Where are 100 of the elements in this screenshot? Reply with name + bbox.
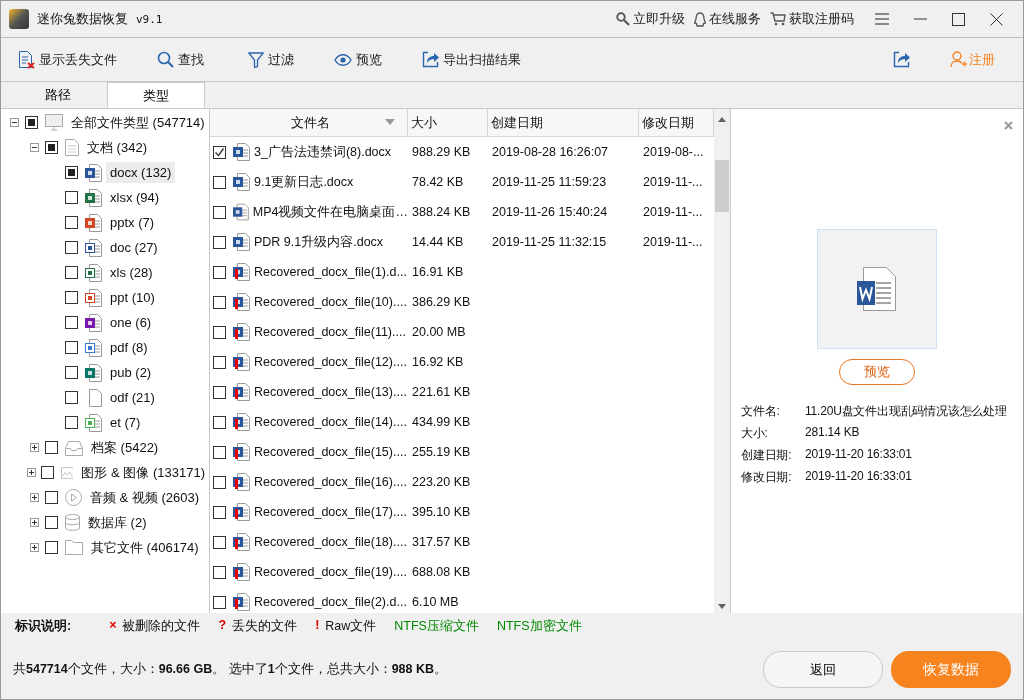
tab[interactable]: 类型 (107, 82, 205, 108)
table-cell-text: 2019-11-... (642, 235, 704, 249)
tree-item[interactable]: 音频 & 视频 (2603) (86, 485, 204, 510)
column-header[interactable]: 大小 (408, 109, 488, 136)
legend-label: Raw文件 (325, 618, 377, 635)
version-label: v9.1 (136, 12, 163, 26)
tree-item[interactable]: pub (2) (106, 362, 156, 383)
scroll-up-icon[interactable] (718, 117, 726, 122)
scroll-down-icon[interactable] (718, 604, 726, 609)
column-header[interactable]: 创建日期 (488, 109, 639, 136)
checkbox[interactable] (25, 116, 38, 129)
document-icon (857, 266, 897, 312)
checkbox[interactable] (45, 541, 58, 554)
checkbox[interactable] (45, 516, 58, 529)
tree-item[interactable]: xlsx (94) (106, 187, 164, 208)
share-button[interactable] (893, 51, 910, 68)
tree-item[interactable]: doc (27) (106, 237, 162, 258)
checkbox[interactable] (45, 491, 58, 504)
file-name: Recovered_docx_file(12).... (254, 355, 407, 369)
tree-item[interactable]: 图形 & 图像 (133171) (77, 460, 209, 485)
checkbox[interactable] (213, 565, 226, 579)
tree-item[interactable]: et (7) (106, 412, 145, 433)
toolbar-button[interactable]: 显示丢失文件 (19, 50, 117, 69)
scrollbar-thumb[interactable] (715, 160, 729, 212)
checkbox[interactable] (65, 366, 78, 379)
tree-item[interactable]: pdf (8) (106, 337, 152, 358)
checkbox[interactable] (213, 475, 226, 489)
tree-item[interactable]: docx (132) (106, 162, 176, 183)
checkbox[interactable] (213, 205, 226, 219)
collapse-icon[interactable] (9, 118, 19, 127)
checkbox[interactable] (213, 445, 226, 459)
tree-item[interactable]: 数据库 (2) (84, 510, 151, 535)
checkbox[interactable] (213, 175, 226, 189)
checkbox[interactable] (65, 166, 78, 179)
info-label: 创建日期: (741, 447, 793, 464)
export-icon (893, 51, 910, 68)
checkbox[interactable] (65, 316, 78, 329)
title-link[interactable]: 获取注册码 (770, 10, 854, 28)
info-value: 281.14 KB (805, 425, 861, 441)
tab[interactable]: 路径 (9, 82, 107, 108)
expand-icon[interactable] (29, 443, 39, 452)
tree-item[interactable]: one (6) (106, 312, 156, 333)
title-link[interactable]: 在线服务 (694, 10, 761, 28)
checkbox[interactable] (213, 295, 226, 309)
checkbox[interactable] (213, 355, 226, 369)
preview-button[interactable]: 预览 (839, 359, 915, 385)
raw-document-icon (233, 323, 250, 341)
checkbox[interactable] (65, 416, 78, 429)
column-header[interactable]: 文件名 (210, 109, 408, 136)
table-cell-text: 78.42 KB (411, 175, 465, 189)
tree-item[interactable]: xls (28) (106, 262, 157, 283)
legend-marker: ! (315, 618, 320, 634)
tree-item[interactable]: odf (21) (106, 387, 159, 408)
collapse-icon[interactable] (29, 143, 39, 152)
checkbox[interactable] (65, 266, 78, 279)
tree-item[interactable]: 其它文件 (406174) (87, 535, 203, 560)
spreadsheet-icon (85, 188, 102, 207)
back-button[interactable]: 返回 (763, 651, 883, 688)
checkbox[interactable] (65, 291, 78, 304)
checkbox[interactable] (65, 391, 78, 404)
checkbox[interactable] (65, 191, 78, 204)
expand-icon[interactable] (29, 518, 39, 527)
table-cell-text: 2019-11-... (642, 205, 704, 219)
checkbox[interactable] (213, 595, 226, 609)
tree-item[interactable]: ppt (10) (106, 287, 159, 308)
checkbox[interactable] (65, 241, 78, 254)
checkbox[interactable] (65, 216, 78, 229)
table-cell-text: 688.08 KB (411, 565, 472, 579)
tree-item[interactable]: 档案 (5422) (87, 435, 163, 460)
tree-item[interactable]: 全部文件类型 (547714) (67, 110, 209, 135)
checkbox[interactable] (213, 235, 226, 249)
checkbox[interactable] (213, 325, 226, 339)
raw-document-icon (233, 413, 250, 431)
checkbox[interactable] (45, 441, 58, 454)
title-link[interactable]: 立即升级 (616, 10, 685, 28)
checkbox[interactable] (213, 505, 226, 519)
eye-icon (334, 53, 352, 66)
toolbar-button[interactable]: 查找 (157, 50, 204, 69)
toolbar-button[interactable]: 过滤 (248, 50, 294, 69)
checkbox[interactable] (45, 141, 58, 154)
expand-icon[interactable] (27, 468, 37, 477)
toolbar-button[interactable]: 预览 (334, 50, 382, 69)
checkbox[interactable] (40, 466, 54, 479)
tree-item[interactable]: 文档 (342) (83, 135, 151, 160)
expand-icon[interactable] (29, 493, 39, 502)
toolbar-button[interactable]: 导出扫描结果 (422, 50, 521, 69)
maximize-icon (951, 12, 965, 26)
tree-item[interactable]: pptx (7) (106, 212, 159, 233)
raw-document-icon (233, 503, 250, 521)
checkbox[interactable] (213, 265, 226, 279)
checkbox[interactable] (213, 145, 226, 159)
slides-icon (85, 213, 102, 232)
checkbox[interactable] (213, 535, 226, 549)
checkbox[interactable] (65, 341, 78, 354)
checkbox[interactable] (213, 385, 226, 399)
scrollbar[interactable] (714, 109, 730, 613)
expand-icon[interactable] (29, 543, 39, 552)
play-icon (65, 489, 82, 506)
raw-document-icon (233, 263, 250, 281)
checkbox[interactable] (213, 415, 226, 429)
